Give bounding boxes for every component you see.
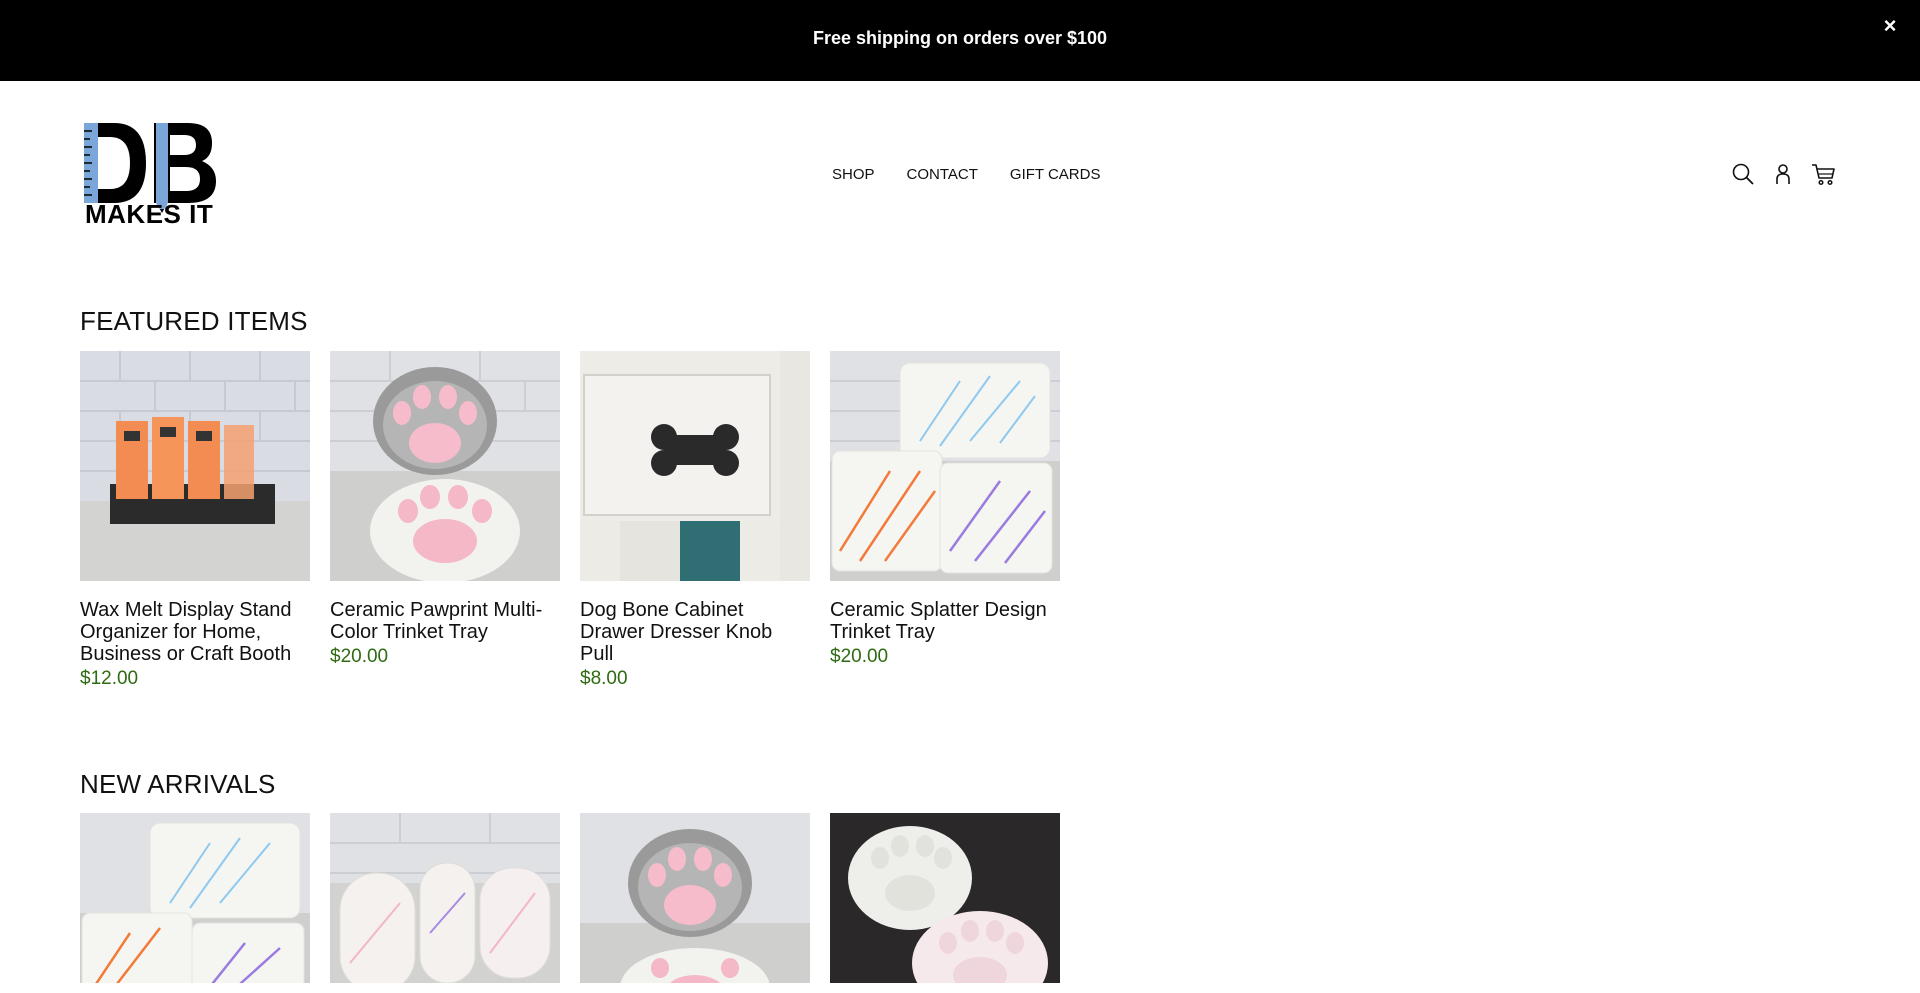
new-arrivals-grid — [80, 813, 1060, 983]
announcement-bar: Free shipping on orders over $100 × — [0, 0, 1920, 81]
product-image-dog-bone-knob[interactable] — [580, 351, 810, 581]
product-price: $12.00 — [80, 668, 139, 689]
nav-shop[interactable]: SHOP — [832, 166, 875, 183]
header-icons — [1730, 161, 1836, 187]
announcement-text: Free shipping on orders over $100 — [812, 28, 1108, 48]
product-image-splatter-trays[interactable] — [830, 351, 1060, 581]
product-card[interactable] — [580, 813, 810, 983]
main-nav: SHOP CONTACT GIFT CARDS — [832, 166, 1132, 183]
product-card[interactable]: Dog Bone Cabinet Drawer Dresser Knob Pul… — [580, 351, 810, 690]
nav-contact[interactable]: CONTACT — [907, 166, 978, 183]
product-title[interactable]: Dog Bone Cabinet Drawer Dresser Knob Pul… — [580, 599, 810, 665]
product-image-pawprint-trays[interactable] — [330, 351, 560, 581]
product-image-splatter-trays[interactable] — [80, 813, 310, 983]
logo-text: MAKES IT — [85, 199, 214, 229]
product-image-oval-trays[interactable] — [330, 813, 560, 983]
product-card[interactable] — [830, 813, 1060, 983]
product-price: $20.00 — [330, 646, 389, 667]
new-arrivals-title: NEW ARRIVALS — [80, 769, 276, 799]
close-icon: × — [1883, 13, 1897, 38]
product-image-white-paw-trays-dark[interactable] — [830, 813, 1060, 983]
search-icon[interactable] — [1730, 161, 1756, 187]
product-card[interactable] — [330, 813, 560, 983]
nav-gift-cards[interactable]: GIFT CARDS — [1010, 166, 1101, 183]
close-announcement-button[interactable]: × — [1878, 14, 1902, 38]
product-price: $20.00 — [830, 646, 889, 667]
product-image-pawprint-trays[interactable] — [580, 813, 810, 983]
featured-title: FEATURED ITEMS — [80, 306, 308, 336]
product-card[interactable] — [80, 813, 310, 983]
product-title[interactable]: Ceramic Pawprint Multi-Color Trinket Tra… — [330, 599, 560, 643]
product-image-wax-melt-stand[interactable] — [80, 351, 310, 581]
product-title[interactable]: Ceramic Splatter Design Trinket Tray — [830, 599, 1060, 643]
product-card[interactable]: Ceramic Splatter Design Trinket Tray $20… — [830, 351, 1060, 690]
product-title[interactable]: Wax Melt Display Stand Organizer for Hom… — [80, 599, 310, 665]
featured-grid: Wax Melt Display Stand Organizer for Hom… — [80, 351, 1060, 690]
site-header: MAKES IT SHOP CONTACT GIFT CARDS — [0, 81, 1920, 261]
product-card[interactable]: Ceramic Pawprint Multi-Color Trinket Tra… — [330, 351, 560, 690]
account-icon[interactable] — [1770, 161, 1796, 187]
product-card[interactable]: Wax Melt Display Stand Organizer for Hom… — [80, 351, 310, 690]
cart-icon[interactable] — [1810, 161, 1836, 187]
product-price: $8.00 — [580, 668, 628, 689]
